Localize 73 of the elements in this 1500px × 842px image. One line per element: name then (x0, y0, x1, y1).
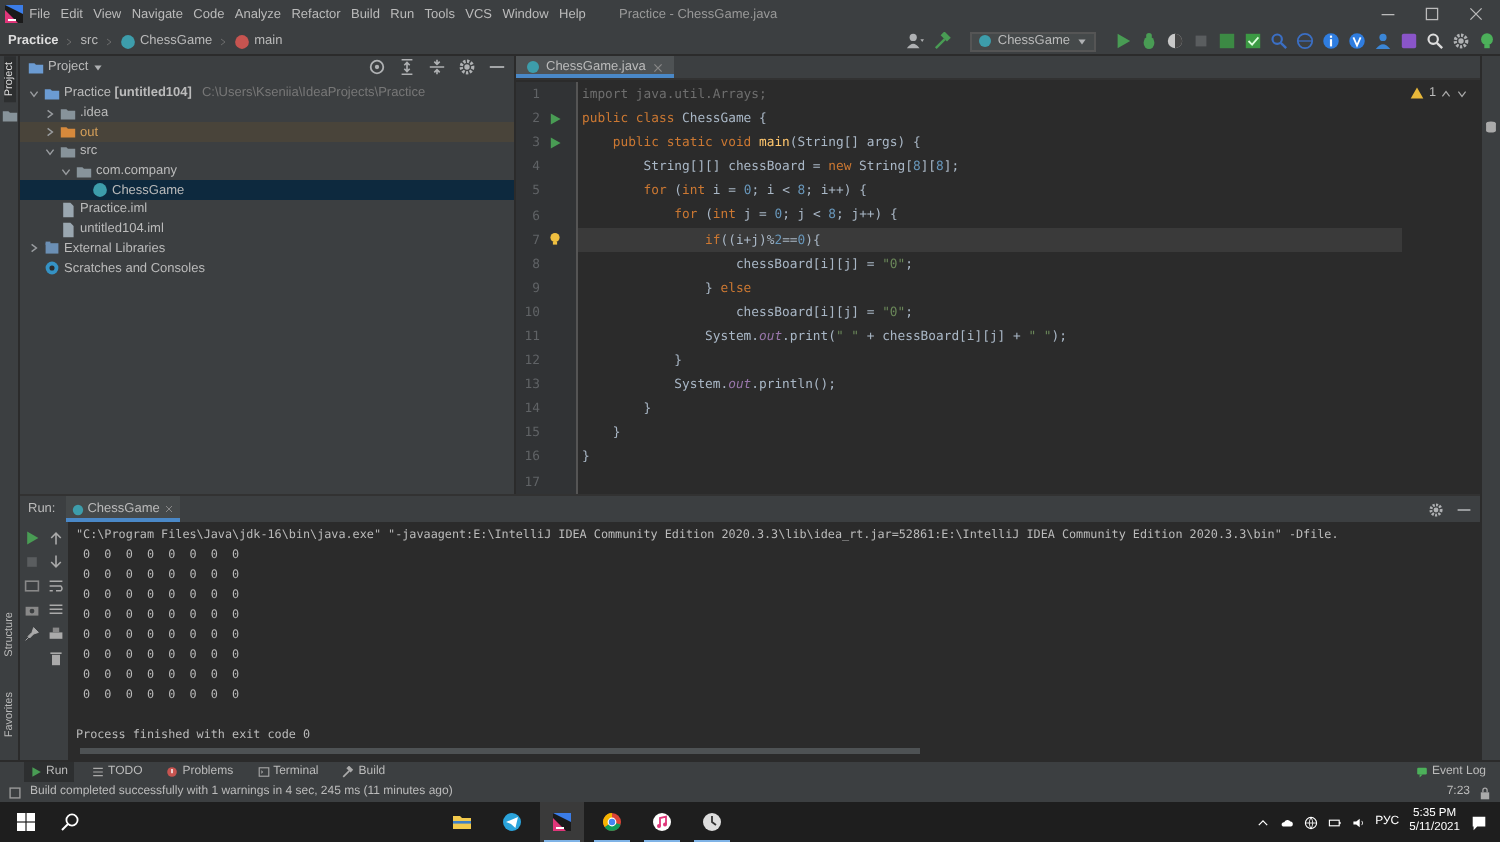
app-logo-icon (552, 812, 572, 832)
hammer-icon (342, 766, 355, 778)
v-circle-icon[interactable] (1348, 32, 1366, 50)
list-icon (92, 766, 105, 778)
trash-icon[interactable] (48, 650, 64, 666)
cloud-icon[interactable] (1279, 815, 1294, 829)
speaker-icon[interactable] (1351, 815, 1366, 829)
speech-bubble-icon (1415, 766, 1428, 778)
chevron-up-icon[interactable] (1255, 815, 1270, 829)
up-arrow-icon[interactable] (48, 530, 64, 546)
class-icon (526, 60, 540, 74)
coverage-icon[interactable] (1166, 32, 1184, 50)
clock-icon (702, 812, 722, 832)
scratches-icon (44, 260, 60, 277)
chevron-icon (103, 33, 114, 49)
windows-logo-icon[interactable] (16, 812, 36, 832)
method-icon (234, 33, 251, 49)
lock-icon[interactable] (1478, 785, 1492, 799)
class-icon (977, 34, 992, 48)
settings-icon[interactable] (1428, 501, 1444, 517)
class-icon (71, 503, 84, 515)
user-icon[interactable] (903, 32, 926, 50)
expand-all-icon[interactable] (398, 58, 416, 76)
taskbar-app-button[interactable] (540, 802, 584, 842)
check-square-icon[interactable] (1244, 32, 1262, 50)
soft-wrap-icon[interactable] (48, 578, 64, 594)
maximize-icon[interactable] (1424, 6, 1440, 22)
scrollbar-thumb[interactable] (80, 748, 920, 754)
square-icon[interactable] (1218, 32, 1236, 50)
close-icon[interactable] (163, 504, 174, 514)
run-icon[interactable] (1114, 32, 1132, 50)
library-icon (44, 240, 60, 257)
notification-icon[interactable] (1470, 813, 1488, 831)
error-icon (166, 766, 179, 778)
print-icon[interactable] (48, 626, 64, 642)
scroll-to-end-icon[interactable] (48, 602, 64, 618)
target-icon[interactable] (368, 58, 386, 76)
package-icon (76, 163, 92, 180)
database-icon[interactable] (1484, 120, 1498, 134)
caret-icon (1076, 35, 1088, 47)
status-icon[interactable] (8, 785, 22, 799)
close-icon[interactable] (1468, 6, 1484, 22)
bulb-icon[interactable] (1478, 32, 1496, 50)
settings-icon[interactable] (1452, 32, 1470, 50)
bulb-icon[interactable] (547, 232, 561, 247)
app-logo-icon[interactable] (4, 4, 24, 24)
camera-icon[interactable] (24, 602, 40, 618)
folder-icon (452, 812, 472, 832)
module-folder-icon (44, 85, 60, 102)
chevron-icon (218, 33, 229, 49)
restore-layout-icon[interactable] (24, 578, 40, 594)
debug-icon[interactable] (1140, 32, 1158, 50)
hammer-icon[interactable] (933, 32, 952, 50)
collapse-all-icon[interactable] (428, 58, 446, 76)
search-icon[interactable] (1426, 32, 1444, 50)
caret-icon (92, 61, 105, 73)
person-icon[interactable] (1374, 32, 1392, 50)
paper-plane-icon (502, 812, 522, 832)
search-icon[interactable] (60, 812, 80, 832)
terminal-icon (257, 766, 270, 778)
info-icon[interactable] (1322, 32, 1340, 50)
rerun-icon[interactable] (24, 530, 40, 546)
run-icon (30, 766, 42, 778)
settings-icon[interactable] (458, 58, 476, 76)
down-arrow-icon[interactable] (48, 554, 64, 570)
class-icon (119, 33, 136, 49)
battery-icon[interactable] (1327, 815, 1342, 829)
music-note-icon (652, 812, 672, 832)
class-icon (92, 182, 108, 199)
pin-icon[interactable] (24, 626, 40, 642)
chevron-icon (64, 33, 75, 49)
browser-icon (602, 812, 622, 832)
warning-icon[interactable] (1410, 86, 1425, 100)
